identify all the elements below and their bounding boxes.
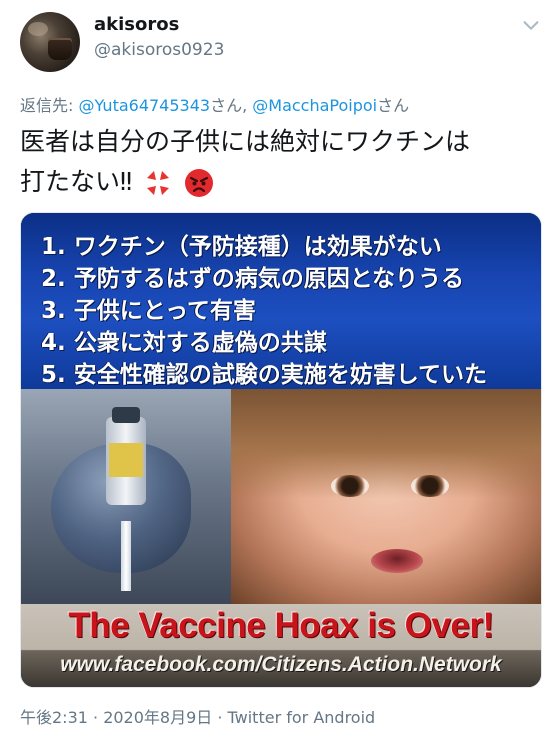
image-headline: The Vaccine Hoax is Over!	[68, 606, 494, 645]
vaccine-photo	[21, 389, 231, 604]
reply-to: 返信先: @Yuta64745343さん, @MacchaPoipoiさん	[20, 92, 409, 116]
banner-list-item: 2. 予防するはずの病気の原因となりうる	[41, 266, 465, 292]
honorific: さん	[377, 96, 410, 115]
banner-list-item: 4. 公衆に対する虚偽の共謀	[41, 330, 327, 356]
mention-link[interactable]: @Yuta64745343	[78, 96, 210, 115]
image-url-text: www.facebook.com/Citizens.Action.Network	[60, 653, 502, 676]
angry-face-icon	[185, 169, 214, 197]
crying-child-photo	[231, 389, 541, 604]
chevron-down-icon[interactable]	[520, 14, 542, 36]
tweet-text: 医者は自分の子供には絶対にワクチンは 打たない‼	[20, 122, 540, 202]
tweet-header: akisoros @akisoros0923	[0, 0, 560, 84]
mention-link[interactable]: @MacchaPoipoi	[252, 96, 377, 115]
tweet-timestamp[interactable]: 午後2:31 · 2020年8月9日 · Twitter for Android	[20, 704, 375, 728]
display-name[interactable]: akisoros	[94, 14, 179, 35]
banner-list-item: 1. ワクチン（予防接種）は効果がない	[41, 234, 442, 260]
reply-prefix: 返信先:	[20, 96, 79, 115]
tweet-line: 打たない‼	[20, 162, 540, 202]
avatar[interactable]	[20, 12, 80, 72]
anger-symbol-icon	[147, 171, 170, 195]
tweet-image[interactable]: 1. ワクチン（予防接種）は効果がない 2. 予防するはずの病気の原因となりうる…	[20, 212, 542, 688]
user-handle[interactable]: @akisoros0923	[94, 40, 224, 60]
honorific: さん,	[210, 96, 253, 115]
tweet-line: 医者は自分の子供には絶対にワクチンは	[20, 127, 471, 156]
image-banner: 1. ワクチン（予防接種）は効果がない 2. 予防するはずの病気の原因となりうる…	[21, 213, 541, 389]
banner-list-item: 3. 子供にとって有害	[41, 298, 256, 324]
banner-list-item: 5. 安全性確認の試験の実施を妨害していた	[41, 362, 488, 388]
tweet-line-text: 打たない‼	[20, 167, 133, 196]
